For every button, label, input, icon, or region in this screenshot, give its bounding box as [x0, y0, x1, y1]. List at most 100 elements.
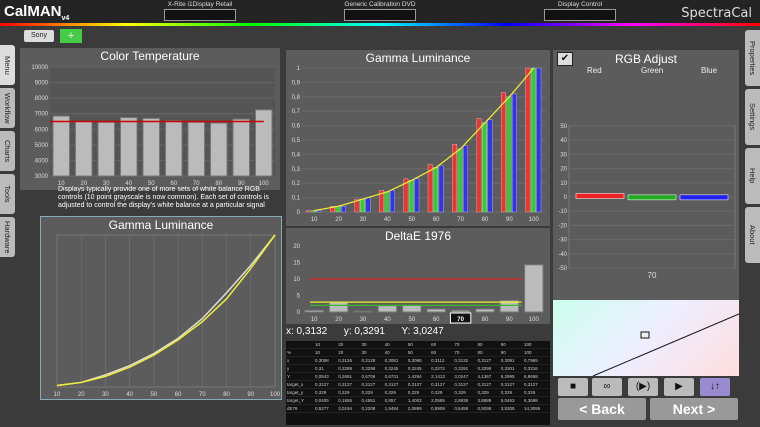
- table-cell: %: [286, 348, 315, 357]
- cie-diagram[interactable]: [553, 300, 740, 377]
- table-cell: 2,8938: [453, 396, 477, 405]
- bar-red: [305, 210, 311, 213]
- device-display[interactable]: Display Control: [520, 1, 640, 21]
- table-cell: 0,0405: [314, 396, 338, 405]
- x-tick-label: 40: [126, 392, 133, 398]
- device-meter[interactable]: X-Rite i1Display Retail: [140, 1, 260, 21]
- rgb-title: RGB Adjust: [614, 52, 678, 66]
- table-cell: 0,3127: [383, 380, 407, 389]
- cie-chart: [592, 313, 740, 377]
- y-tick-label: 0,9: [292, 80, 301, 86]
- y-tick-label: 40: [560, 138, 567, 144]
- table-cell: 0,3095: [406, 356, 431, 365]
- x-tick-label: 30: [360, 317, 367, 323]
- tab-about[interactable]: About: [745, 207, 760, 263]
- tab-properties[interactable]: Properties: [745, 30, 760, 86]
- header-cell: [286, 341, 315, 349]
- x-tick-label: 20: [335, 217, 342, 223]
- x-tick-label: 30: [360, 217, 367, 223]
- table-cell: 3,5305: [499, 404, 523, 413]
- bar-blue: [463, 145, 468, 213]
- y-tick-label: 0,7: [292, 109, 301, 115]
- tab-menu[interactable]: Menu: [0, 45, 15, 85]
- table-cell: 0,2691: [337, 372, 361, 381]
- table-cell: 0,3127: [499, 380, 523, 389]
- y-tick-label: -20: [558, 223, 567, 229]
- y-tick-label: 5: [297, 294, 301, 300]
- x-tick-label: 30: [102, 392, 109, 398]
- table-cell: Y: [286, 372, 315, 381]
- table-cell: x: [286, 356, 315, 365]
- y-tick-label: 30: [560, 152, 567, 158]
- bar-green: [506, 96, 512, 213]
- table-cell: 0,329: [383, 388, 407, 397]
- x-tick-label: 90: [506, 217, 513, 223]
- rgb-adjust-panel: ✔ RGB Adjust Red Green Blue 50 40 30 20 10 0-…: [553, 50, 739, 300]
- header-cell: 60: [430, 341, 454, 349]
- rgb-value: 70: [648, 271, 657, 280]
- back-button[interactable]: < Back: [558, 398, 646, 420]
- play-button[interactable]: ▶: [664, 378, 694, 396]
- app-logo: CalMANv4: [4, 3, 70, 22]
- tab-charts[interactable]: Charts: [0, 131, 15, 171]
- table-cell: 3,0247: [453, 372, 477, 381]
- tab-workflow[interactable]: Workflow: [0, 88, 15, 128]
- cie-line: [592, 313, 740, 377]
- bar: [475, 308, 495, 313]
- source-button[interactable]: Sony: [24, 30, 54, 42]
- next-button[interactable]: Next >: [650, 398, 738, 420]
- x-tick-label: 70: [199, 392, 206, 398]
- bar: [402, 304, 422, 313]
- color-temp-chart: 10000900080007000600050004000300010 20 30 4…: [31, 65, 275, 187]
- bar-green: [457, 148, 463, 213]
- bar-blue: [536, 67, 542, 213]
- play-loop-button[interactable]: (▶): [628, 378, 658, 396]
- table-cell: 0,329: [453, 388, 477, 397]
- y-tick-label: -40: [558, 252, 567, 258]
- bar: [426, 308, 446, 313]
- bar-green: [482, 122, 487, 213]
- rgb-chart: 50 40 30 20 10 0 -10 -20 -30 -40 -50 70: [558, 124, 736, 280]
- tab-tools[interactable]: Tools: [0, 174, 15, 214]
- bar-blue: [316, 210, 322, 213]
- x-tick-label: 70: [457, 217, 464, 223]
- tab-hardware[interactable]: Hardware: [0, 217, 15, 257]
- table-cell: 2,1413: [430, 372, 454, 381]
- tab-help[interactable]: Help: [745, 148, 760, 204]
- table-cell: 6,3698: [522, 396, 550, 405]
- table-cell: 0,3126: [337, 356, 361, 365]
- bar-blue: [511, 93, 517, 213]
- device-source[interactable]: Generic Calibration DVD: [320, 1, 440, 21]
- bar: [97, 121, 115, 177]
- x-tick-label: 40: [384, 317, 391, 323]
- y-tick-label: 0,4: [292, 152, 301, 158]
- stop-button[interactable]: ■: [558, 378, 588, 396]
- table-cell: 0,1865: [337, 396, 361, 405]
- table-header: 10 20 30 40 50 60 70 80 90 100: [286, 341, 550, 349]
- table-cell: 0,3127: [476, 356, 500, 365]
- table-cell: 0,2208: [360, 404, 384, 413]
- add-button[interactable]: +: [60, 29, 82, 43]
- y-tick-label: 20: [293, 244, 300, 250]
- header-cell: 30: [360, 341, 384, 349]
- bar: [255, 109, 273, 177]
- x-tick-label: 100: [529, 317, 540, 323]
- table-cell: 0,3245: [406, 364, 431, 373]
- tab-settings[interactable]: Settings: [745, 89, 760, 145]
- x-tick-label: 90: [506, 317, 513, 323]
- table-cell: 6,9698: [522, 372, 550, 381]
- bar-blue: [389, 190, 395, 213]
- bar: [120, 117, 138, 177]
- plot-area: [56, 234, 276, 388]
- color-temp-panel: Color Temperature 10000 9000 8000 7000 6000 5…: [20, 48, 280, 190]
- bar: [75, 121, 93, 177]
- y-tick-label: 0,2: [292, 181, 301, 187]
- sort-button[interactable]: ↓↑: [700, 378, 730, 396]
- rainbow-bar: [0, 23, 760, 26]
- bar: [524, 264, 544, 313]
- bar-blue: [414, 178, 420, 213]
- table-cell: 0,3127: [522, 380, 550, 389]
- right-tabs: Properties Settings Help About: [745, 30, 760, 266]
- table-row: y 0,31 0,3289 0,3298 0,3245 0,3245 0,3272 0,329…: [286, 364, 550, 373]
- loop-button[interactable]: ∞: [592, 378, 622, 396]
